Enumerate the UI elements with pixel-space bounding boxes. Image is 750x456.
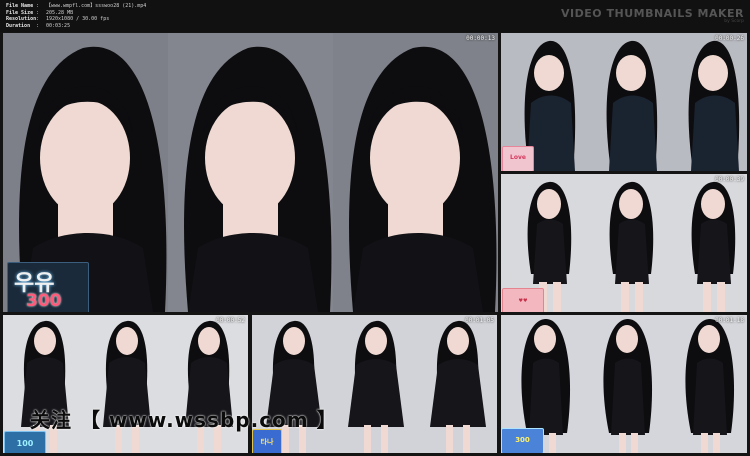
info-header: File Name: 【www.wmpfl.com】ssswoo28 (21).m… [0, 0, 750, 32]
resolution-value: 1920x1080 / 30.00 fps [46, 16, 110, 23]
thumbnail-timestamp: 00:00:39 [715, 176, 744, 183]
file-size-row: File Size:205.28 MB [6, 10, 146, 17]
app-brand: VIDEO THUMBNAILS MAKER by Scorp [561, 7, 744, 24]
file-info: File Name: 【www.wmpfl.com】ssswoo28 (21).m… [6, 3, 146, 29]
separator: : [36, 9, 40, 16]
separator: : [36, 16, 40, 23]
thumbnail-timestamp: 00:00:13 [466, 35, 495, 42]
thumbnail-timestamp: 00:00:52 [216, 317, 245, 324]
badge-text: Love [510, 154, 526, 161]
gift-badge-large: 우유 300 [7, 262, 89, 312]
gift-badge-pink: Love [502, 146, 534, 171]
resolution-row: Resolution: 1920x1080 / 30.00 fps [6, 16, 146, 23]
file-size-label: File Size [6, 9, 34, 16]
gift-badge-hearts: ♥♥ [502, 288, 544, 312]
resolution-label: Resolution [6, 16, 37, 23]
thumbnail-timestamp: 00:01:18 [715, 317, 744, 324]
badge-text: 100 [16, 439, 34, 448]
thumbnail-image [501, 33, 747, 171]
thumbnail-timestamp: 00:01:05 [465, 317, 494, 324]
duration-row: Duration:00:03:25 [6, 23, 146, 30]
file-name-label: File Name [6, 3, 34, 9]
separator: : [36, 3, 40, 9]
watermark-text: 关注 【 www.wssbp.com 】 [30, 408, 338, 432]
duration-label: Duration [6, 22, 31, 29]
thumbnail-right-1[interactable]: 00:00:26 Love [501, 33, 747, 171]
file-name-row: File Name: 【www.wmpfl.com】ssswoo28 (21).m… [6, 3, 146, 10]
badge-text: 300 [515, 436, 530, 444]
thumbnail-bottom-3[interactable]: 00:01:18 300 [501, 315, 747, 453]
separator: : [36, 22, 40, 29]
file-name-value: 【www.wmpfl.com】ssswoo28 (21).mp4 [46, 3, 147, 9]
badge-text: ♥♥ [518, 298, 528, 304]
thumbnail-right-2[interactable]: 00:00:39 ♥♥ [501, 174, 747, 312]
gift-badge-blue-2: 300 [501, 428, 544, 453]
gift-badge-blue: 100 [4, 431, 46, 453]
thumbnail-timestamp: 00:00:26 [715, 35, 744, 42]
brand-title: VIDEO THUMBNAILS MAKER [561, 7, 744, 20]
duration-value: 00:03:25 [46, 22, 71, 29]
file-size-value: 205.28 MB [46, 9, 74, 16]
thumbnail-big-1[interactable]: 00:00:13 우유 300 [3, 33, 498, 312]
badge-line2: 300 [26, 291, 62, 311]
badge-text: 타나 [260, 438, 274, 446]
